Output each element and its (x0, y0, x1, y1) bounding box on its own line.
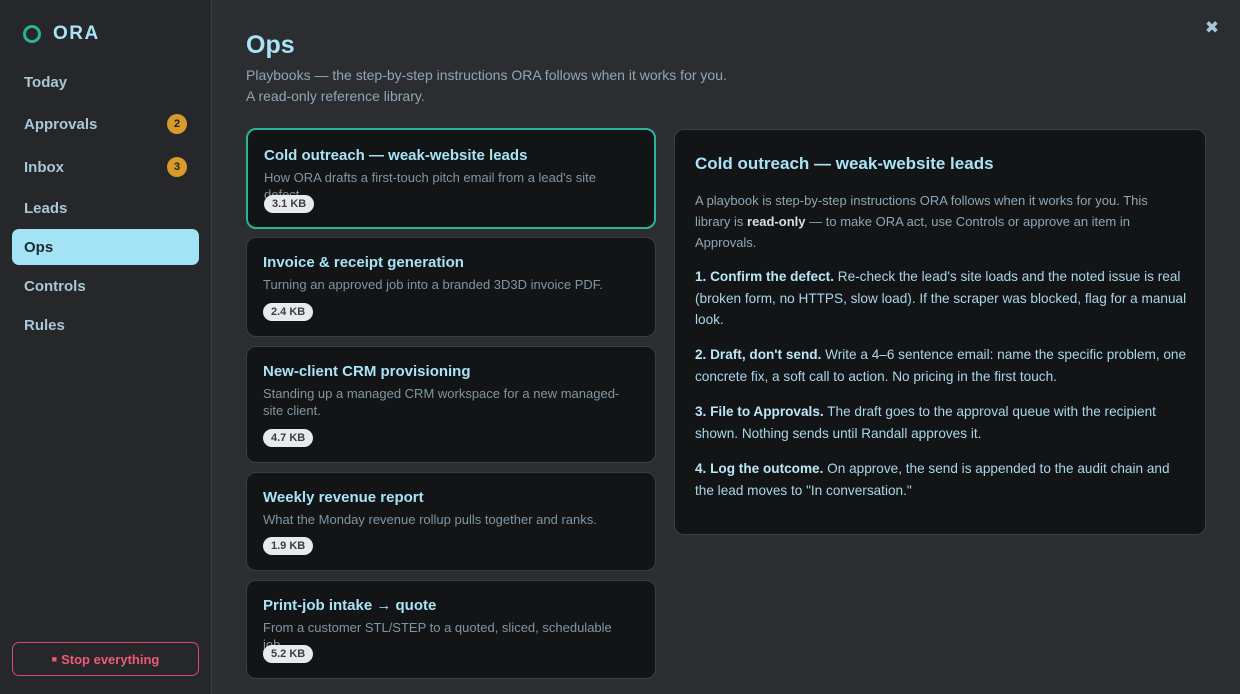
playbook-card-crm-provisioning[interactable]: New-client CRM provisioning Standing up … (246, 346, 656, 463)
sidebar-item-label: Rules (24, 316, 65, 334)
sidebar-item-label: Today (24, 73, 68, 91)
playbook-description: Standing up a managed CRM workspace for … (263, 386, 620, 418)
stop-button-label: Stop everything (61, 651, 160, 667)
playbook-card-print-job-intake[interactable]: Print-job intake → quote From a customer… (246, 580, 656, 679)
sidebar-item-ops[interactable]: Ops (12, 229, 199, 265)
step-heading: 1. Confirm the defect. (695, 269, 834, 284)
step-heading: 4. Log the outcome. (695, 461, 824, 476)
page-subtitle-note: A read-only reference library. (246, 88, 425, 104)
sidebar-item-label: Leads (24, 199, 68, 217)
playbook-title: Cold outreach — weak-website leads (264, 147, 528, 164)
detail-intro: A playbook is step-by-step instructions … (695, 190, 1185, 253)
size-badge: 4.7 KB (263, 429, 314, 447)
playbook-title: Invoice & receipt generation (263, 254, 464, 271)
intro-read-only: read-only (747, 214, 806, 229)
sidebar-item-approvals[interactable]: Approvals 2 (12, 106, 199, 142)
size-badge: 3.1 KB (264, 195, 315, 213)
playbook-card-revenue-report[interactable]: Weekly revenue report What the Monday re… (246, 472, 656, 571)
playbook-description: What the Monday revenue rollup pulls tog… (263, 512, 597, 527)
step-heading: 3. File to Approvals. (695, 404, 824, 419)
ora-logo-icon (23, 25, 41, 43)
stop-everything-button[interactable]: ■ Stop everything (12, 642, 199, 676)
playbook-description: From a customer STL/STEP to a quoted, sl… (263, 620, 612, 652)
step-2: 2. Draft, don't send. Write a 4–6 senten… (695, 344, 1190, 387)
sidebar-item-label: Ops (24, 238, 54, 256)
playbook-title: Print-job intake → quote (263, 597, 437, 614)
step-1: 1. Confirm the defect. Re-check the lead… (695, 266, 1190, 331)
close-icon[interactable]: ✖ (1203, 19, 1221, 37)
brand-name: ORA (53, 23, 100, 44)
sidebar-item-label: Approvals (24, 115, 98, 133)
step-heading: 2. Draft, don't send. (695, 347, 822, 362)
sidebar: ORA Today Approvals 2 Inbox 3 Leads Ops … (0, 0, 212, 694)
playbook-card-cold-outreach[interactable]: Cold outreach — weak-website leads How O… (246, 128, 656, 229)
sidebar-item-label: Controls (24, 277, 86, 295)
step-3: 3. File to Approvals. The draft goes to … (695, 401, 1190, 444)
sidebar-item-leads[interactable]: Leads (12, 190, 199, 226)
sidebar-item-controls[interactable]: Controls (12, 268, 199, 304)
sidebar-item-inbox[interactable]: Inbox 3 (12, 149, 199, 185)
playbook-title: New-client CRM provisioning (263, 363, 471, 380)
page-title: Ops (246, 31, 295, 59)
size-badge: 2.4 KB (263, 303, 314, 321)
sidebar-item-today[interactable]: Today (12, 64, 199, 100)
brand: ORA (23, 23, 100, 44)
sidebar-item-rules[interactable]: Rules (12, 307, 199, 343)
detail-title: Cold outreach — weak-website leads (695, 154, 994, 173)
playbook-description: How ORA drafts a first-touch pitch email… (264, 170, 596, 202)
playbook-detail-panel: Cold outreach — weak-website leads A pla… (674, 129, 1206, 535)
size-badge: 5.2 KB (263, 645, 314, 663)
playbook-title: Weekly revenue report (263, 489, 424, 506)
inbox-count-badge: 3 (167, 157, 187, 177)
stop-square-icon: ■ (51, 654, 58, 664)
playbook-description: Turning an approved job into a branded 3… (263, 277, 603, 292)
approvals-count-badge: 2 (167, 114, 187, 134)
page-subtitle: Playbooks — the step-by-step instruction… (246, 67, 727, 83)
playbook-card-invoice[interactable]: Invoice & receipt generation Turning an … (246, 237, 656, 337)
app-window: ORA Today Approvals 2 Inbox 3 Leads Ops … (0, 0, 1240, 694)
step-4: 4. Log the outcome. On approve, the send… (695, 458, 1190, 501)
size-badge: 1.9 KB (263, 537, 314, 555)
sidebar-item-label: Inbox (24, 158, 64, 176)
